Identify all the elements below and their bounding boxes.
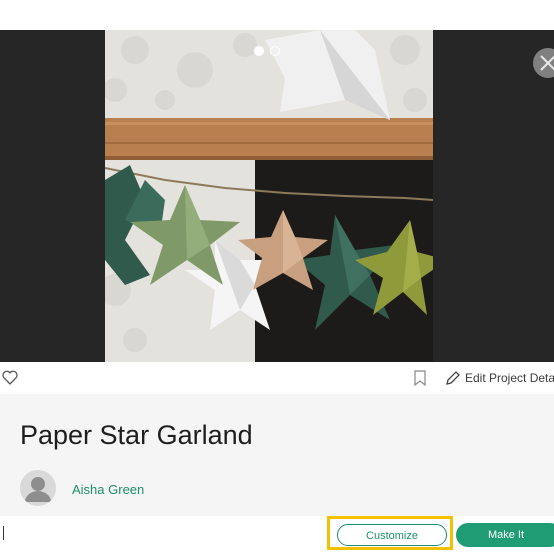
- bottom-action-bar: Customize Make It: [0, 516, 554, 554]
- author-name-link[interactable]: Aisha Green: [72, 482, 144, 497]
- heart-icon[interactable]: [2, 370, 18, 385]
- bookmark-icon[interactable]: [414, 370, 426, 386]
- close-button[interactable]: [533, 48, 554, 78]
- gallery-dot[interactable]: [270, 46, 280, 56]
- author-avatar[interactable]: [20, 470, 56, 506]
- avatar-icon: [20, 470, 56, 506]
- project-action-bar: Edit Project Deta: [0, 362, 554, 394]
- project-title: Paper Star Garland: [20, 420, 253, 450]
- make-it-button[interactable]: Make It: [456, 523, 554, 547]
- pencil-icon: [446, 371, 460, 385]
- project-info-panel: Paper Star Garland Aisha Green: [0, 394, 554, 516]
- text-caret: [3, 526, 4, 540]
- gallery-dot-active[interactable]: [254, 46, 264, 56]
- gallery-dots: [254, 46, 284, 56]
- project-photo: [105, 30, 433, 362]
- edit-project-details-label: Edit Project Deta: [465, 371, 554, 385]
- top-bar: [0, 0, 554, 30]
- close-icon: [540, 55, 554, 71]
- customize-button[interactable]: Customize: [337, 524, 447, 546]
- image-viewer: [0, 30, 554, 362]
